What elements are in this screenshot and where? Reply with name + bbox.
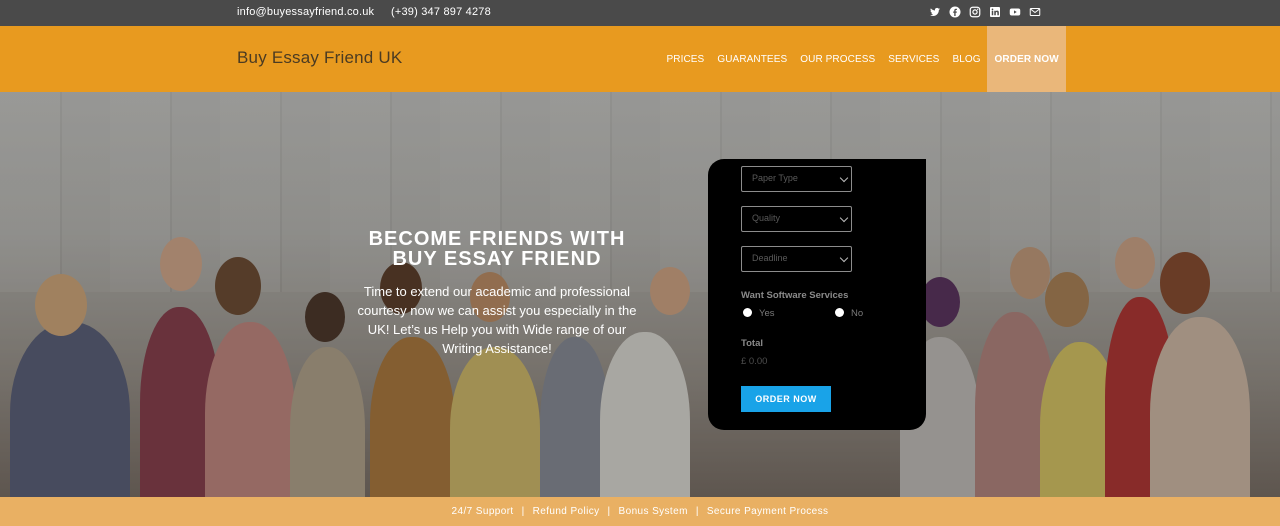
paper-type-select[interactable]: Paper Type [741,166,852,192]
site-header: Buy Essay Friend UK PRICES GUARANTEES OU… [0,26,1280,92]
separator: | [695,506,699,517]
quality-placeholder: Quality [752,213,781,223]
contact-email[interactable]: info@buyessayfriend.co.uk [237,6,374,18]
total-label: Total [741,338,763,349]
linkedin-icon[interactable] [989,6,1001,18]
deadline-select[interactable]: Deadline [741,246,852,272]
features-strip: 24/7 Support | Refund Policy | Bonus Sys… [0,497,1280,526]
hero-banner: BECOME FRIENDS WITH BUY ESSAY FRIEND Tim… [0,92,1280,497]
software-no-label: No [851,308,864,319]
feature-support: 24/7 Support [451,506,514,517]
top-contact-bar: info@buyessayfriend.co.uk (+39) 347 897 … [0,0,1280,26]
main-nav: PRICES GUARANTEES OUR PROCESS SERVICES B… [660,26,1067,92]
quality-select[interactable]: Quality [741,206,852,232]
youtube-icon[interactable] [1009,6,1021,18]
software-yes-label: Yes [759,308,775,319]
mail-icon[interactable] [1029,6,1041,18]
software-services-label: Want Software Services [741,290,849,301]
hero-title-line-1: BECOME FRIENDS WITH [368,228,626,250]
feature-refund-policy[interactable]: Refund Policy [533,506,600,517]
chevron-down-icon [839,213,849,223]
facebook-icon[interactable] [949,6,961,18]
order-form-card: Paper Type Quality Deadline Want Softwar… [708,159,926,430]
hero-title-line-2: BUY ESSAY FRIEND [392,248,602,270]
order-now-button[interactable]: ORDER NOW [741,386,831,412]
chevron-down-icon [839,253,849,263]
twitter-icon[interactable] [929,6,941,18]
feature-secure-payment: Secure Payment Process [706,506,829,517]
brand-logo-text[interactable]: Buy Essay Friend UK [237,48,402,68]
hero-description: Time to extend our academic and professi… [357,284,637,356]
nav-blog[interactable]: BLOG [946,26,987,92]
instagram-icon[interactable] [969,6,981,18]
separator: | [521,506,525,517]
nav-services[interactable]: SERVICES [882,26,946,92]
feature-bonus-system: Bonus System [618,506,688,517]
total-value: £ 0.00 [741,356,768,367]
nav-order-now[interactable]: ORDER NOW [987,26,1067,92]
separator: | [607,506,611,517]
software-yes-radio[interactable] [743,308,752,317]
nav-our-process[interactable]: OUR PROCESS [794,26,882,92]
software-no-radio[interactable] [835,308,844,317]
hero-title: BECOME FRIENDS WITH BUY ESSAY FRIEND [337,229,657,269]
nav-guarantees[interactable]: GUARANTEES [711,26,794,92]
paper-type-placeholder: Paper Type [752,173,798,183]
social-links [929,6,1041,18]
chevron-down-icon [839,173,849,183]
contact-phone[interactable]: (+39) 347 897 4278 [391,6,491,18]
nav-prices[interactable]: PRICES [660,26,711,92]
deadline-placeholder: Deadline [752,253,788,263]
